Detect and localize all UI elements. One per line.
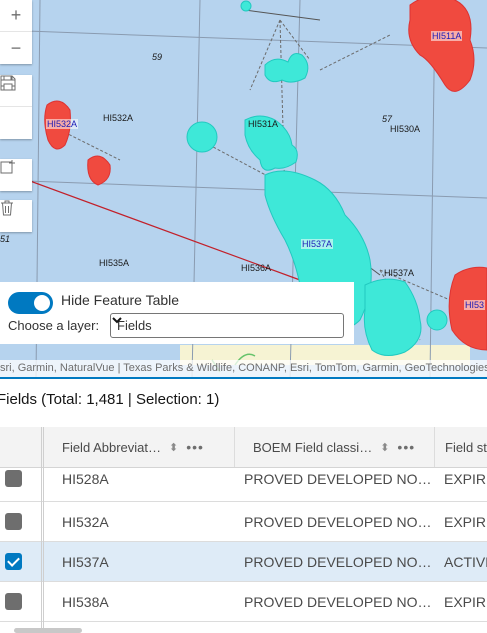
delete-button[interactable] [0,200,32,232]
more-options-icon[interactable]: ••• [186,439,204,455]
save-icon [0,75,16,91]
cell-classification: PROVED DEVELOPED NO… [244,554,432,570]
zoom-out-button[interactable]: − [0,32,32,64]
delete-toolbar [0,200,32,232]
trash-icon [1,200,13,216]
sort-icon[interactable]: ⬍ [169,441,178,454]
layer-control-panel: Hide Feature Table Choose a layer: Field… [0,282,354,344]
cell-classification: PROVED DEVELOPED NO… [244,471,432,487]
toggle-knob [34,295,50,311]
minus-icon: − [10,37,22,58]
field-label-hi531a: HI531A [248,119,279,129]
map-table-divider[interactable] [0,377,487,379]
map-attribution: sri, Garmin, NaturalVue | Texas Parks & … [0,360,487,377]
add-layer-toolbar [0,159,32,191]
row-checkbox-checked[interactable] [5,553,22,570]
save-button[interactable] [0,75,32,139]
add-layer-icon [0,160,15,174]
table-row-selected[interactable]: HI537A PROVED DEVELOPED NO… ACTIVE [0,542,487,582]
table-row[interactable]: HI532A PROVED DEVELOPED NO… EXPIRE [0,502,487,542]
column-header-label: Field Abbreviat… [62,439,161,455]
layer-select[interactable]: Fields [110,313,344,338]
cell-classification: PROVED DEVELOPED NO… [244,594,432,610]
table-row[interactable]: HI528A PROVED DEVELOPED NO… EXPIRE [0,468,487,502]
column-header-label: BOEM Field classi… [253,439,373,455]
block-label-hi535a: HI535A [99,258,130,268]
sort-icon[interactable]: ⬍ [380,441,389,454]
block-number-57: 57 [382,114,393,124]
column-divider [43,427,44,633]
field-label-hi53: HI53 [464,300,486,310]
cell-status: ACTIVE [444,554,487,570]
field-label-hi511a: HI511A [431,31,463,41]
field-label-hi532a: HI532A [46,119,79,129]
cell-status: EXPIRE [444,471,487,487]
block-label-hi530a: HI530A [390,124,421,134]
cell-abbreviation: HI528A [62,471,109,487]
chevron-down-icon [112,317,122,324]
cell-status: EXPIRE [444,594,487,610]
block-number-51: 51 [0,234,11,244]
more-options-icon[interactable]: ••• [397,439,415,455]
row-checkbox[interactable] [5,593,22,610]
block-label-hi537a: HI537A [384,268,415,278]
map-view[interactable]: HI511A HI532A HI532A HI531A HI530A HI537… [0,0,487,378]
table-row[interactable]: HI538A PROVED DEVELOPED NO… EXPIRE [0,582,487,622]
choose-layer-label: Choose a layer: [8,318,100,333]
column-header-label: Field st [445,439,487,455]
horizontal-scrollbar[interactable] [14,628,82,633]
plus-icon: + [10,5,22,25]
column-divider [41,427,42,633]
add-layer-button[interactable] [0,159,32,191]
feature-table-title: Fields (Total: 1,481 | Selection: 1) [0,391,220,408]
row-checkbox[interactable] [5,513,22,530]
block-label-hi536a: HI536A [241,263,272,273]
cell-abbreviation: HI532A [62,514,109,530]
cell-abbreviation: HI537A [62,554,109,570]
toggle-label: Hide Feature Table [61,292,180,308]
zoom-in-button[interactable]: + [0,0,32,32]
print-save-toolbar [0,75,32,139]
row-checkbox[interactable] [5,470,22,487]
column-header-field-status[interactable]: Field st [434,427,487,467]
cell-abbreviation: HI538A [62,594,109,610]
column-header-boem-classification[interactable]: BOEM Field classi… ⬍ ••• [234,427,434,467]
column-header-field-abbreviation[interactable]: Field Abbreviat… ⬍ ••• [43,427,234,467]
field-label-hi537a: HI537A [301,239,334,249]
block-number-59: 59 [152,52,163,62]
cell-classification: PROVED DEVELOPED NO… [244,514,432,530]
block-label-hi532a: HI532A [103,113,134,123]
cell-status: EXPIRE [444,514,487,530]
zoom-toolbar: + − [0,0,32,64]
hide-table-toggle[interactable] [8,292,53,314]
